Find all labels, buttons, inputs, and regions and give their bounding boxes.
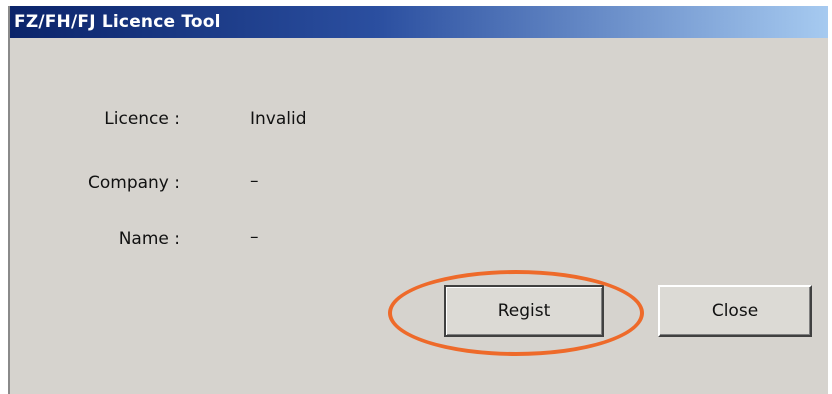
regist-button[interactable]: Regist	[444, 285, 604, 337]
company-value: –	[250, 171, 259, 191]
window-titlebar[interactable]: FZ/FH/FJ Licence Tool	[10, 6, 828, 38]
licence-label: Licence :	[104, 109, 180, 129]
close-button[interactable]: Close	[658, 285, 812, 337]
licence-tool-window: FZ/FH/FJ Licence Tool Licence : Invalid …	[8, 6, 828, 394]
licence-value: Invalid	[250, 109, 307, 129]
window-title: FZ/FH/FJ Licence Tool	[14, 12, 221, 32]
name-value: –	[250, 227, 259, 247]
company-label: Company :	[87, 173, 180, 193]
name-label: Name :	[118, 229, 180, 249]
